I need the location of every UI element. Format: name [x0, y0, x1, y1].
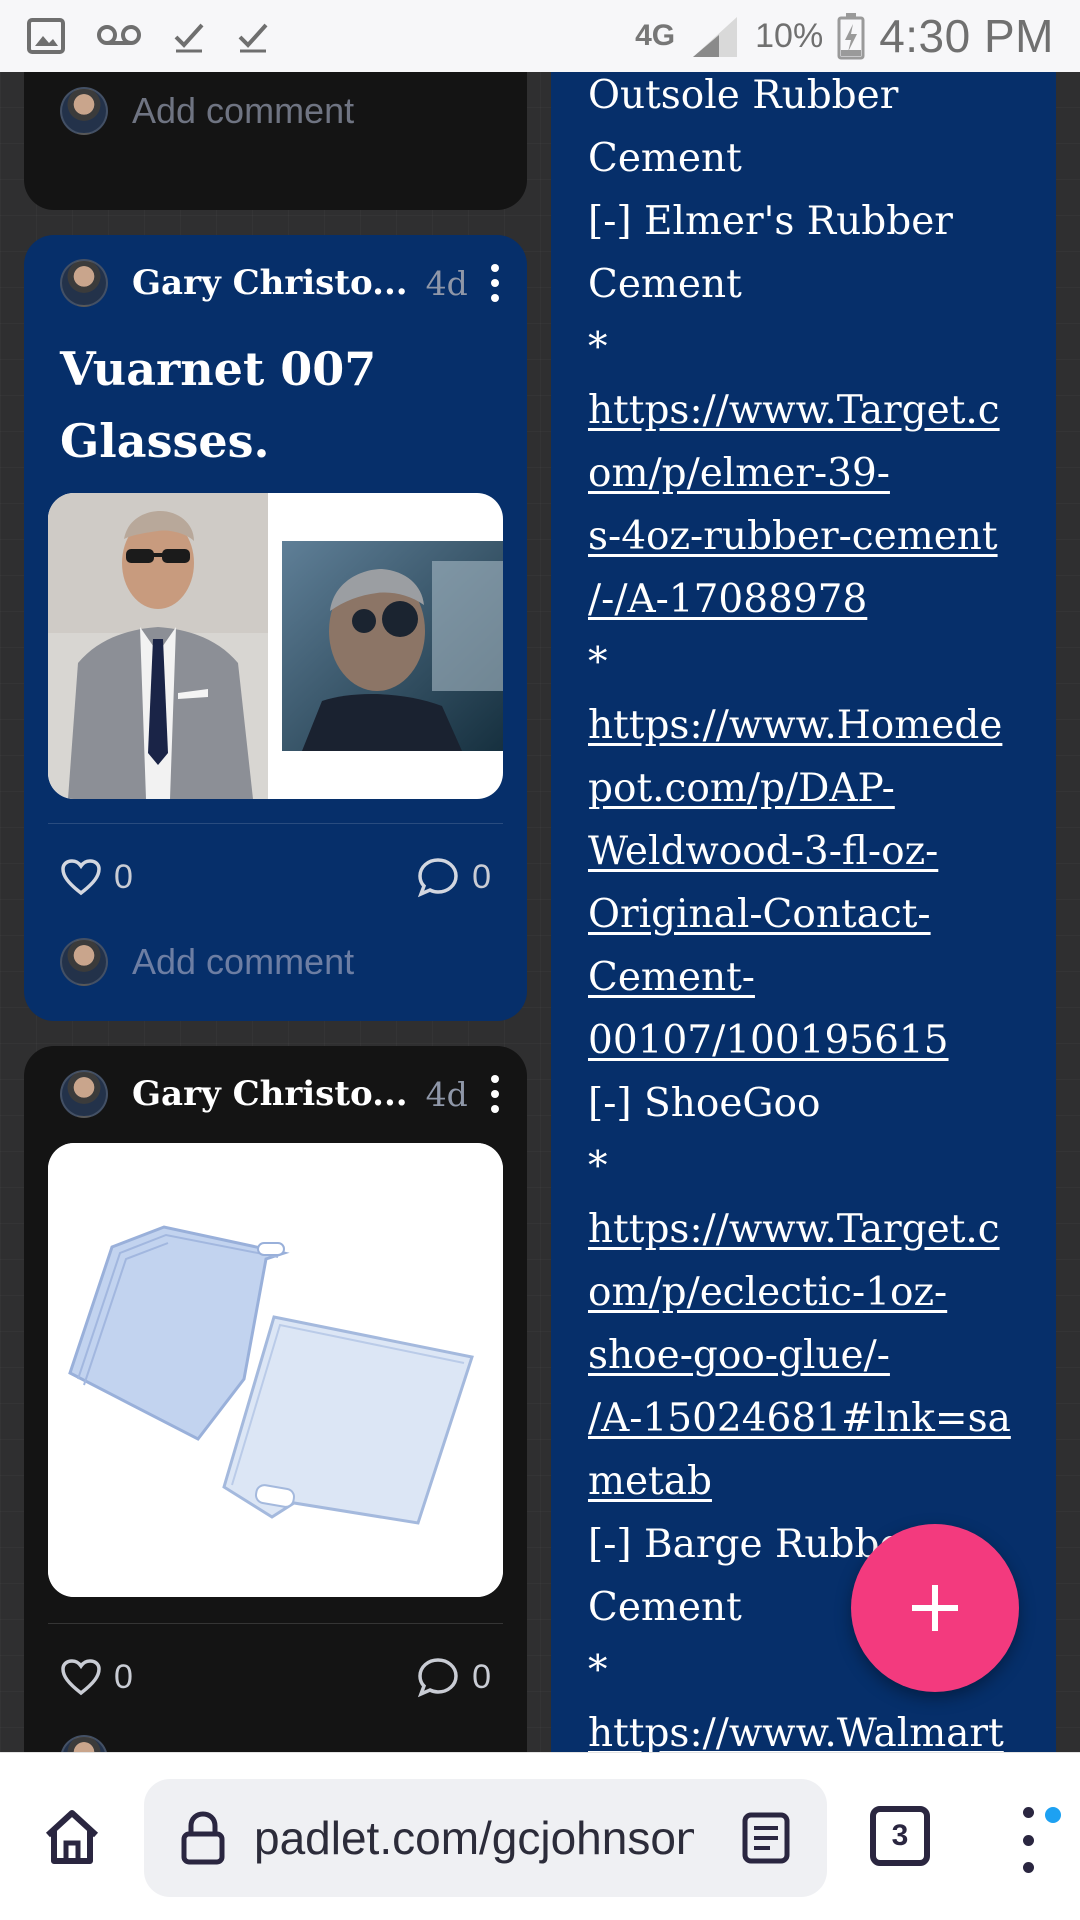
- add-post-button[interactable]: [851, 1524, 1019, 1692]
- check-icon: [238, 23, 268, 53]
- clock: 4:30 PM: [879, 10, 1054, 62]
- link-text[interactable]: /-/A-17088978: [588, 568, 1038, 631]
- network-type: 4G: [635, 19, 676, 52]
- body-text-line: *: [588, 1144, 608, 1189]
- body-text-line: *: [588, 325, 608, 370]
- more-options-icon[interactable]: [483, 1069, 507, 1119]
- link-text[interactable]: https://www.Target.c: [588, 379, 1038, 442]
- browser-toolbar: padlet.com/gcjohnson 3: [0, 1752, 1080, 1920]
- reactions-row: 0 0: [60, 852, 491, 902]
- post-title-line: Vuarnet 007: [60, 342, 377, 396]
- address-bar[interactable]: padlet.com/gcjohnson: [144, 1779, 827, 1897]
- post-card[interactable]: Gary Christo... 4d 0 0: [24, 1046, 527, 1786]
- comment-count: 0: [472, 857, 491, 896]
- author-row: Gary Christo... 4d: [60, 258, 468, 308]
- link-text[interactable]: pot.com/p/DAP-: [588, 757, 1038, 820]
- author-name: Gary Christo...: [132, 1074, 408, 1114]
- lock-icon[interactable]: [180, 1810, 226, 1866]
- tab-switcher-button[interactable]: 3: [870, 1806, 930, 1866]
- post-age: 4d: [425, 263, 468, 303]
- body-text-line: [-] Elmer's Rubber: [588, 199, 953, 244]
- avatar: [60, 87, 108, 135]
- post-image[interactable]: [48, 1143, 503, 1597]
- add-comment-row[interactable]: Add comment: [60, 86, 491, 136]
- post-age: 4d: [425, 1074, 468, 1114]
- man-in-suit-photo: [48, 493, 268, 799]
- link-text[interactable]: https://www.Target.c: [588, 1198, 1038, 1261]
- comment-icon[interactable]: [416, 856, 460, 898]
- status-bar: 4G 10% 4:30 PM: [0, 0, 1080, 72]
- body-text-line: [-] ShoeGoo: [588, 1081, 821, 1126]
- body-text-line: *: [588, 640, 608, 685]
- link-text[interactable]: /A-15024681#lnk=sa: [588, 1387, 1038, 1450]
- link-text[interactable]: s-4oz-rubber-cement: [588, 505, 1038, 568]
- divider: [48, 823, 503, 824]
- home-icon[interactable]: [40, 1805, 104, 1869]
- body-text-line: Cement: [588, 262, 742, 307]
- avatar: [60, 259, 108, 307]
- link-text[interactable]: om/p/eclectic-1oz-: [588, 1261, 1038, 1324]
- link-text[interactable]: Cement-: [588, 946, 1038, 1009]
- post-title: Vuarnet 007 Glasses.: [60, 333, 497, 477]
- signal-icon: [693, 17, 738, 57]
- post-body: Outsole Rubber Cement [-] Elmer's Rubber Ce…: [588, 64, 1038, 1765]
- check-icon: [174, 23, 204, 53]
- link-text[interactable]: shoe-goo-glue/-: [588, 1324, 1038, 1387]
- link-text[interactable]: Original-Contact-: [588, 883, 1038, 946]
- heart-icon[interactable]: [60, 1658, 102, 1696]
- link-text[interactable]: Weldwood-3-fl-oz-: [588, 820, 1038, 883]
- author-name: Gary Christo...: [132, 263, 408, 303]
- divider: [48, 1623, 503, 1624]
- like-count: 0: [114, 857, 133, 896]
- more-options-icon[interactable]: [483, 258, 507, 308]
- heart-icon[interactable]: [60, 858, 102, 896]
- link-text[interactable]: https://www.Homede: [588, 694, 1038, 757]
- man-with-sunglasses-photo: [282, 541, 503, 751]
- comment-count: 0: [472, 1657, 491, 1696]
- comment-icon[interactable]: [416, 1656, 460, 1698]
- avatar: [60, 938, 108, 986]
- body-text-line: Cement: [588, 136, 742, 181]
- add-comment-input[interactable]: Add comment: [132, 941, 354, 983]
- add-comment-input[interactable]: Add comment: [132, 90, 354, 132]
- plus-icon: [912, 1585, 958, 1631]
- image-icon: [27, 18, 65, 54]
- add-comment-row[interactable]: Add comment: [60, 937, 491, 987]
- post-card[interactable]: Gary Christo... 4d Vuarnet 007 Glasses.: [24, 235, 527, 1021]
- battery-charging-icon: [837, 13, 865, 60]
- like-count: 0: [114, 1657, 133, 1696]
- notification-dot: [1045, 1807, 1061, 1823]
- post-title-line: Glasses.: [60, 414, 270, 468]
- body-text-line: Outsole Rubber: [588, 73, 899, 118]
- menu-icon[interactable]: [1016, 1807, 1040, 1873]
- post-image[interactable]: [48, 493, 503, 799]
- link-text[interactable]: 00107/100195615: [588, 1009, 1038, 1072]
- card-holder-photo: [48, 1143, 503, 1597]
- battery-percent: 10%: [755, 16, 824, 55]
- voicemail-icon: [97, 25, 141, 45]
- avatar: [60, 1070, 108, 1118]
- reactions-row: 0 0: [60, 1652, 491, 1702]
- link-text[interactable]: metab: [588, 1450, 1038, 1513]
- url-text[interactable]: padlet.com/gcjohnson: [254, 1811, 694, 1865]
- reader-mode-icon[interactable]: [741, 1811, 791, 1865]
- link-text[interactable]: om/p/elmer-39-: [588, 442, 1038, 505]
- author-row: Gary Christo... 4d: [60, 1069, 468, 1119]
